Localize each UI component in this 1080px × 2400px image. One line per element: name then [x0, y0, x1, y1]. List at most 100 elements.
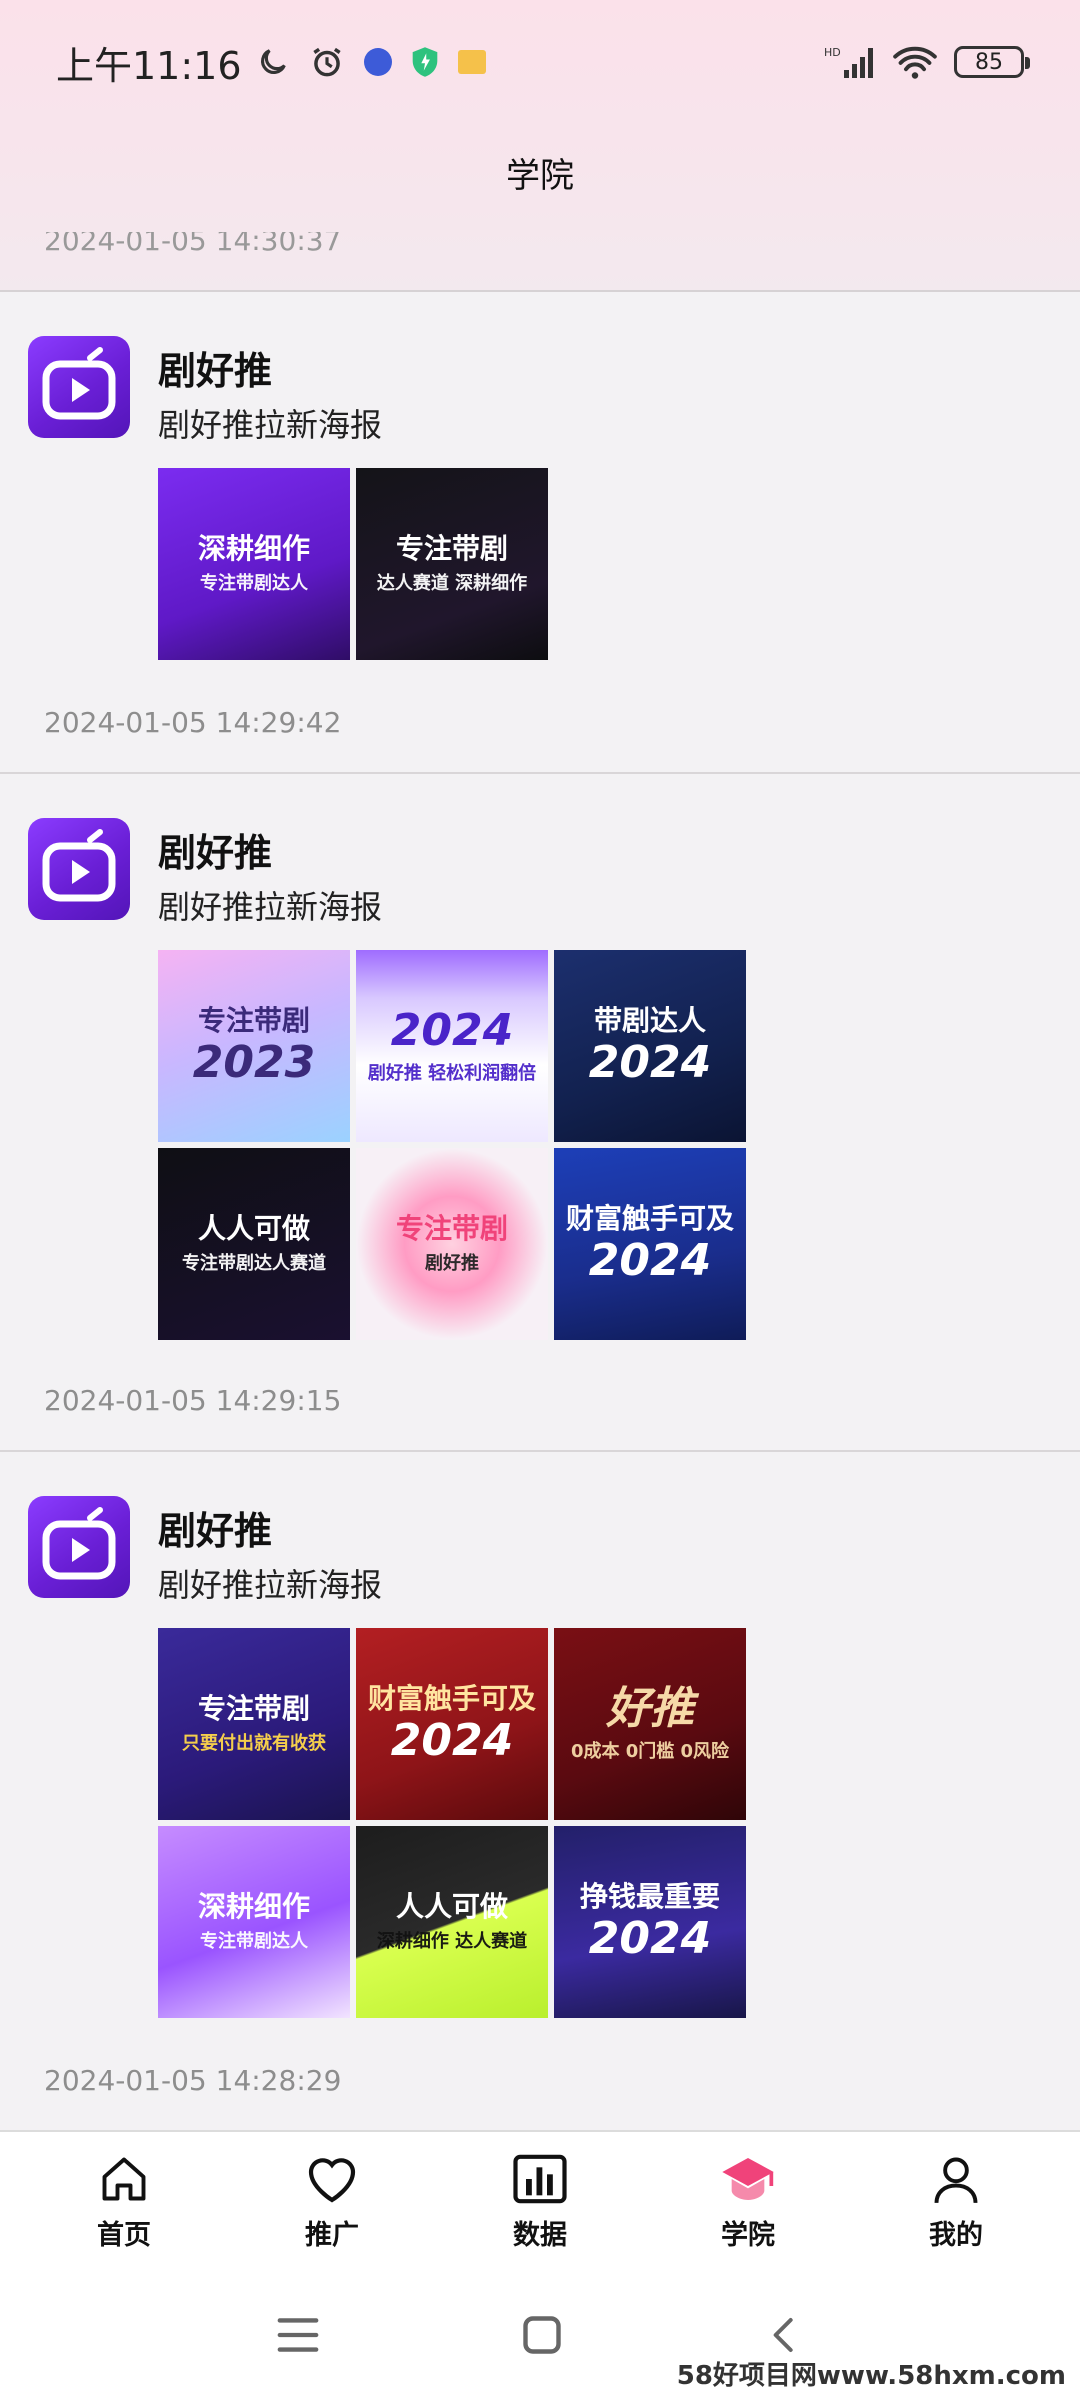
bar-chart-icon	[512, 2151, 568, 2207]
tab-label: 学院	[721, 2219, 775, 2251]
poster-title: 深耕细作	[197, 1890, 310, 1923]
poster-title: 财富触手可及	[565, 1202, 734, 1235]
app-root: 上午11:16 HD 85 学院 2024-01-05 14:30:37 剧好推…	[0, 0, 1080, 2400]
app-avatar[interactable]	[28, 336, 130, 438]
post-item[interactable]: 剧好推 剧好推拉新海报 专注带剧 2023 2024 剧好推 轻松利润翻倍 带剧…	[0, 774, 1080, 1452]
status-time: 上午11:16	[56, 43, 242, 88]
poster-image[interactable]: 挣钱最重要 2024	[554, 1826, 746, 2018]
tab-home[interactable]: 首页	[54, 2151, 194, 2252]
poster-image[interactable]: 人人可做 深耕细作 达人赛道	[356, 1826, 548, 2018]
poster-image[interactable]: 专注带剧 剧好推	[356, 1148, 548, 1340]
post-image-grid: 专注带剧 只要付出就有收获 财富触手可及 2024 好推 0成本 0门槛 0风险…	[158, 1628, 746, 2018]
poster-image[interactable]: 财富触手可及 2024	[554, 1148, 746, 1340]
tab-label: 推广	[305, 2219, 359, 2251]
poster-title: 深耕细作	[197, 532, 310, 565]
post-timestamp: 2024-01-05 14:29:42	[44, 706, 342, 739]
square-home-icon[interactable]	[520, 2313, 564, 2357]
app-avatar[interactable]	[28, 1496, 130, 1598]
tab-promote[interactable]: 推广	[262, 2151, 402, 2252]
post-author: 剧好推	[158, 831, 273, 875]
tab-data[interactable]: 数据	[470, 2151, 610, 2252]
poster-title: 专注带剧	[395, 1212, 508, 1245]
poster-title: 财富触手可及	[367, 1682, 536, 1715]
status-bar: 上午11:16 HD 85	[0, 0, 1080, 124]
status-left-icons	[256, 43, 486, 81]
battery-indicator: 85	[954, 46, 1030, 78]
post-image-grid: 深耕细作 专注带剧达人 专注带剧 达人赛道 深耕细作	[158, 468, 746, 660]
poster-image[interactable]: 专注带剧 只要付出就有收获	[158, 1628, 350, 1820]
poster-image[interactable]: 人人可做 专注带剧达人赛道	[158, 1148, 350, 1340]
heart-icon	[304, 2151, 360, 2207]
poster-image[interactable]: 2024 剧好推 轻松利润翻倍	[356, 950, 548, 1142]
poster-image[interactable]: 专注带剧 达人赛道 深耕细作	[356, 468, 548, 660]
poster-subtitle: 剧好推	[425, 1253, 479, 1274]
poster-subtitle: 2024	[588, 1037, 712, 1088]
cellular-signal-icon: HD	[824, 46, 873, 78]
post-author: 剧好推	[158, 1509, 273, 1553]
post-text: 剧好推拉新海报	[158, 888, 383, 926]
poster-title: 人人可做	[197, 1212, 310, 1245]
poster-subtitle: 2023	[192, 1037, 316, 1088]
shield-icon	[412, 47, 437, 77]
moon-icon	[260, 49, 286, 74]
poster-title: 2024	[390, 1005, 514, 1056]
play-tv-icon	[42, 347, 116, 420]
bottom-tab-bar: 首页 推广 数据 学院 我的	[0, 2130, 1080, 2270]
poster-image[interactable]: 专注带剧 2023	[158, 950, 350, 1142]
poster-image[interactable]: 深耕细作 专注带剧达人	[158, 1826, 350, 2018]
poster-subtitle: 专注带剧达人	[200, 573, 308, 594]
wifi-icon	[893, 46, 937, 79]
poster-subtitle: 2024	[390, 1715, 514, 1766]
poster-title: 人人可做	[395, 1890, 508, 1923]
poster-subtitle: 专注带剧达人赛道	[182, 1253, 326, 1274]
poster-image[interactable]: 好推 0成本 0门槛 0风险	[554, 1628, 746, 1820]
tab-label: 我的	[929, 2219, 983, 2251]
post-timestamp: 2024-01-05 14:29:15	[44, 1384, 342, 1417]
post-feed[interactable]: 剧好推 剧好推拉新海报 深耕细作 专注带剧达人 专注带剧 达人赛道 深耕细作 2…	[0, 292, 1080, 2132]
play-tv-icon	[42, 829, 116, 902]
status-right: HD 85	[824, 44, 1030, 80]
menu-icon[interactable]	[276, 2315, 320, 2355]
poster-title: 专注带剧	[395, 532, 508, 565]
poster-image[interactable]: 财富触手可及 2024	[356, 1628, 548, 1820]
post-author: 剧好推	[158, 349, 273, 393]
tab-label: 首页	[97, 2219, 151, 2251]
poster-title: 专注带剧	[197, 1004, 310, 1037]
post-text: 剧好推拉新海报	[158, 406, 383, 444]
tab-academy[interactable]: 学院	[678, 2151, 818, 2252]
scrolled-timestamp: 2024-01-05 14:30:37	[44, 232, 342, 257]
page-title: 学院	[506, 155, 574, 196]
post-item[interactable]: 剧好推 剧好推拉新海报 专注带剧 只要付出就有收获 财富触手可及 2024 好推…	[0, 1452, 1080, 2132]
post-text: 剧好推拉新海报	[158, 1566, 383, 1604]
app-avatar[interactable]	[28, 818, 130, 920]
back-chevron-icon[interactable]	[764, 2313, 804, 2357]
tab-mine[interactable]: 我的	[886, 2151, 1026, 2252]
poster-title: 带剧达人	[593, 1004, 706, 1037]
watermark: 58好项目网www.58hxm.com	[676, 2361, 1066, 2391]
system-navigation-bar: 58好项目网www.58hxm.com	[0, 2270, 1080, 2400]
poster-subtitle: 只要付出就有收获	[182, 1733, 326, 1754]
post-image-grid: 专注带剧 2023 2024 剧好推 轻松利润翻倍 带剧达人 2024 人人可做…	[158, 950, 746, 1340]
poster-subtitle: 达人赛道 深耕细作	[376, 573, 528, 594]
alarm-icon	[312, 47, 341, 77]
poster-subtitle: 专注带剧达人	[200, 1931, 308, 1952]
divider	[0, 290, 1080, 292]
poster-subtitle: 2024	[588, 1913, 712, 1964]
poster-title: 专注带剧	[197, 1692, 310, 1725]
tab-label: 数据	[513, 2219, 567, 2251]
post-item[interactable]: 剧好推 剧好推拉新海报 深耕细作 专注带剧达人 专注带剧 达人赛道 深耕细作 2…	[0, 292, 1080, 774]
poster-image[interactable]: 带剧达人 2024	[554, 950, 746, 1142]
person-icon	[928, 2151, 984, 2207]
home-icon	[96, 2151, 152, 2207]
message-icon	[457, 50, 486, 74]
poster-subtitle: 剧好推 轻松利润翻倍	[367, 1063, 537, 1084]
post-timestamp: 2024-01-05 14:28:29	[44, 2064, 342, 2097]
poster-image[interactable]: 深耕细作 专注带剧达人	[158, 468, 350, 660]
poster-title: 好推	[606, 1683, 694, 1734]
poster-subtitle: 0成本 0门槛 0风险	[570, 1741, 730, 1762]
poster-subtitle: 深耕细作 达人赛道	[376, 1931, 528, 1952]
poster-title: 挣钱最重要	[579, 1880, 720, 1913]
graduation-cap-icon	[720, 2151, 776, 2207]
svg-text:HD: HD	[824, 46, 841, 59]
play-tv-icon	[42, 1507, 116, 1580]
